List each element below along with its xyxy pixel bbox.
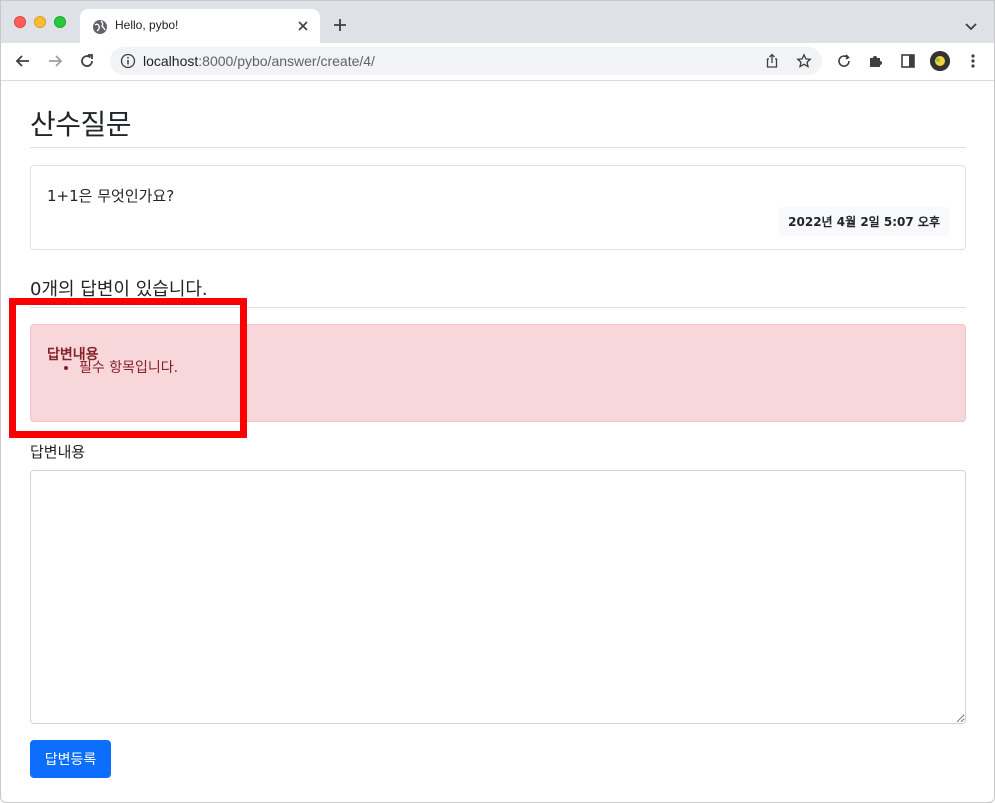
question-create-date: 2022년 4월 2일 5:07 오후 bbox=[779, 207, 949, 236]
profile-icon bbox=[930, 51, 950, 71]
highlight-box bbox=[9, 298, 247, 438]
sidebar-icon[interactable] bbox=[899, 52, 917, 70]
content-label: 답변내용 bbox=[30, 443, 86, 461]
reload-icon[interactable] bbox=[78, 52, 96, 70]
browser-titlebar: Hello, pybo! bbox=[0, 0, 995, 43]
question-subject: 산수질문 bbox=[30, 108, 132, 141]
puzzle-icon[interactable] bbox=[867, 52, 885, 70]
page-content: 산수질문 1+1은 무엇인가요? 2022년 4월 2일 5:07 오후 0개의… bbox=[0, 81, 995, 803]
answer-content-textarea[interactable] bbox=[30, 470, 966, 724]
submit-answer-button[interactable]: 답변등록 bbox=[30, 740, 111, 778]
back-arrow-icon[interactable] bbox=[14, 52, 32, 70]
info-icon[interactable] bbox=[120, 53, 136, 69]
share-icon[interactable] bbox=[764, 53, 780, 69]
browser-toolbar: localhost:8000/pybo/answer/create/4/ bbox=[0, 43, 995, 81]
reload-extension-icon[interactable] bbox=[835, 52, 853, 70]
avatar[interactable] bbox=[930, 51, 950, 71]
chevron-down-icon[interactable] bbox=[963, 18, 979, 34]
url-text: localhost:8000/pybo/answer/create/4/ bbox=[143, 53, 375, 69]
globe-icon bbox=[93, 20, 107, 34]
forward-arrow-icon[interactable] bbox=[46, 52, 64, 70]
close-icon[interactable] bbox=[295, 18, 311, 34]
window-minimize-button[interactable] bbox=[34, 16, 46, 28]
window-close-button[interactable] bbox=[14, 16, 26, 28]
browser-tab[interactable]: Hello, pybo! bbox=[80, 9, 320, 43]
question-card: 1+1은 무엇인가요? 2022년 4월 2일 5:07 오후 bbox=[30, 165, 966, 250]
star-icon[interactable] bbox=[796, 53, 812, 69]
window-zoom-button[interactable] bbox=[54, 16, 66, 28]
question-content: 1+1은 무엇인가요? bbox=[47, 187, 175, 205]
divider bbox=[30, 147, 966, 148]
tab-title: Hello, pybo! bbox=[115, 18, 179, 32]
url-path: :8000/pybo/answer/create/4/ bbox=[198, 53, 375, 69]
more-vert-icon[interactable] bbox=[964, 52, 982, 70]
new-tab-plus-icon[interactable] bbox=[332, 17, 348, 33]
address-bar[interactable]: localhost:8000/pybo/answer/create/4/ bbox=[110, 47, 822, 75]
url-host: localhost bbox=[143, 53, 199, 69]
